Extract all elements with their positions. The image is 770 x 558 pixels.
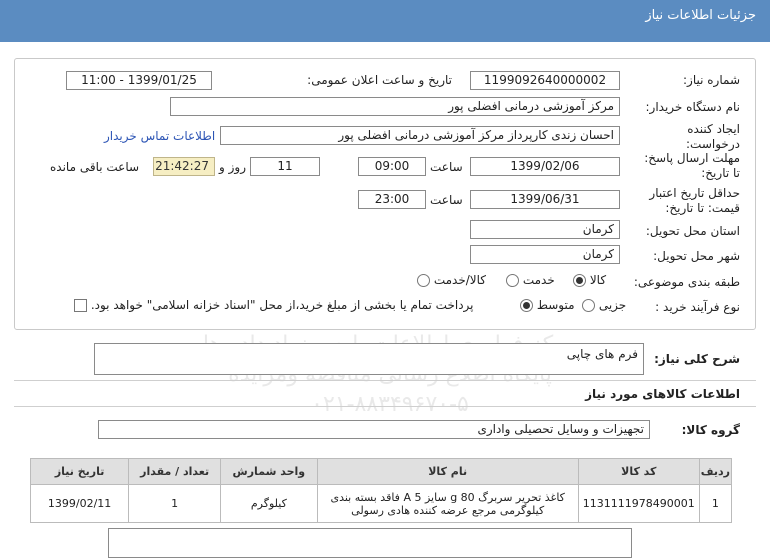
validity-label-line2: قیمت: تا تاریخ: [665,201,740,215]
category-both-label: کالا/خدمت [433,273,487,287]
purchase-option-minor[interactable]: جزیی [582,298,626,312]
unit-cell: کیلوگرم [220,484,318,523]
category-option-goods[interactable]: کالا [573,273,606,287]
category-service-label: خدمت [522,273,555,287]
goods-table: ردیف کد کالا نام کالا واحد شمارش تعداد /… [29,458,733,523]
category-goods-radio[interactable] [573,274,586,287]
need-number-label: شماره نیاز: [683,73,740,87]
days-label: روز و [219,160,246,174]
validity-date-field[interactable]: 1399/06/31 [470,190,620,209]
deadline-date-field[interactable]: 1399/02/06 [470,157,620,176]
remaining-label: ساعت باقی مانده [50,160,140,174]
row-number-cell: 1 [698,484,733,523]
buyer-field[interactable]: مرکز آموزشی درمانی افضلی پور [170,97,620,116]
category-option-both[interactable]: کالا/خدمت [417,273,486,287]
treasury-payment-checkbox[interactable] [74,299,87,312]
divider [14,380,756,381]
deadline-label-line2: تا تاریخ: [701,166,740,180]
table-header-cell: واحد شمارش [220,458,318,485]
category-service-radio[interactable] [506,274,519,287]
creator-label-line2: درخواست: [686,137,740,151]
creator-field[interactable]: احسان زندی کارپرداز مرکز آموزشی درمانی ا… [220,126,620,145]
creator-label-line1: ایجاد کننده [687,122,740,136]
validity-label-line1: حداقل تاریخ اعتبار [649,186,740,200]
validity-time-field[interactable]: 23:00 [358,190,426,209]
item-name-cell: کاغذ تحریر سربرگ 80 g سایز A 5 فاقد بسته… [316,484,579,523]
deadline-time-field[interactable]: 09:00 [358,157,426,176]
category-option-service[interactable]: خدمت [506,273,555,287]
table-header-cell: کد کالا [577,458,700,485]
validity-time-label: ساعت [430,193,463,207]
deadline-time-label: ساعت [430,160,463,174]
purchase-minor-radio[interactable] [582,299,595,312]
province-label: استان محل تحویل: [645,224,740,238]
city-field[interactable]: کرمان [470,245,620,264]
table-header-cell: تعداد / مقدار [128,458,222,485]
table-header-cell: تاریخ نیاز [29,458,130,485]
divider [14,406,756,407]
goods-info-title: اطلاعات کالاهای مورد نیاز [585,387,740,401]
purchase-option-medium[interactable]: متوسط [520,298,575,312]
days-remaining-field[interactable]: 11 [250,157,320,176]
table-header-row: ردیف کد کالا نام کالا واحد شمارش تعداد /… [29,458,733,485]
treasury-payment-option[interactable]: پرداخت تمام یا بخشی از مبلغ خرید،از محل … [74,298,474,312]
quantity-cell: 1 [128,484,222,523]
province-field[interactable]: کرمان [470,220,620,239]
purchase-minor-label: جزیی [598,298,627,312]
remaining-time-field: 21:42:27 [153,157,215,176]
category-both-radio[interactable] [417,274,430,287]
summary-field[interactable]: فرم های چاپی [94,343,644,375]
need-date-cell: 1399/02/11 [29,484,130,523]
buyer-label: نام دستگاه خریدار: [645,100,741,114]
summary-label: شرح کلی نیاز: [654,352,740,366]
notes-field[interactable] [108,528,632,558]
announce-datetime-field[interactable]: 1399/01/25 - 11:00 [66,71,212,90]
deadline-label-line1: مهلت ارسال پاسخ: [644,151,740,165]
goods-group-field[interactable]: تجهیزات و وسایل تحصیلی واداری [98,420,650,439]
treasury-payment-note: پرداخت تمام یا بخشی از مبلغ خرید،از محل … [90,298,474,312]
table-header-cell: ردیف [698,458,733,485]
table-row[interactable]: 1 1131111978490001 کاغذ تحریر سربرگ 80 g… [29,484,733,523]
purchase-type-label: نوع فرآیند خرید : [655,300,740,314]
category-label: طبقه بندی موضوعی: [633,275,740,289]
watermark-line3: ۰۲۱-۸۸۳۴۹۶۷۰-۵ [311,392,469,417]
category-goods-label: کالا [589,273,607,287]
purchase-medium-label: متوسط [536,298,575,312]
page-header: جزئیات اطلاعات نیاز [0,0,770,42]
city-label: شهر محل تحویل: [653,249,740,263]
item-code-cell: 1131111978490001 [577,484,700,523]
need-number-field[interactable]: 1199092640000002 [470,71,620,90]
announce-label: تاریخ و ساعت اعلان عمومی: [307,73,452,87]
buyer-contact-link[interactable]: اطلاعات تماس خریدار [104,129,215,143]
table-header-cell: نام کالا [316,458,579,485]
purchase-medium-radio[interactable] [520,299,533,312]
goods-group-label: گروه کالا: [681,423,740,437]
page-title: جزئیات اطلاعات نیاز [645,8,756,23]
